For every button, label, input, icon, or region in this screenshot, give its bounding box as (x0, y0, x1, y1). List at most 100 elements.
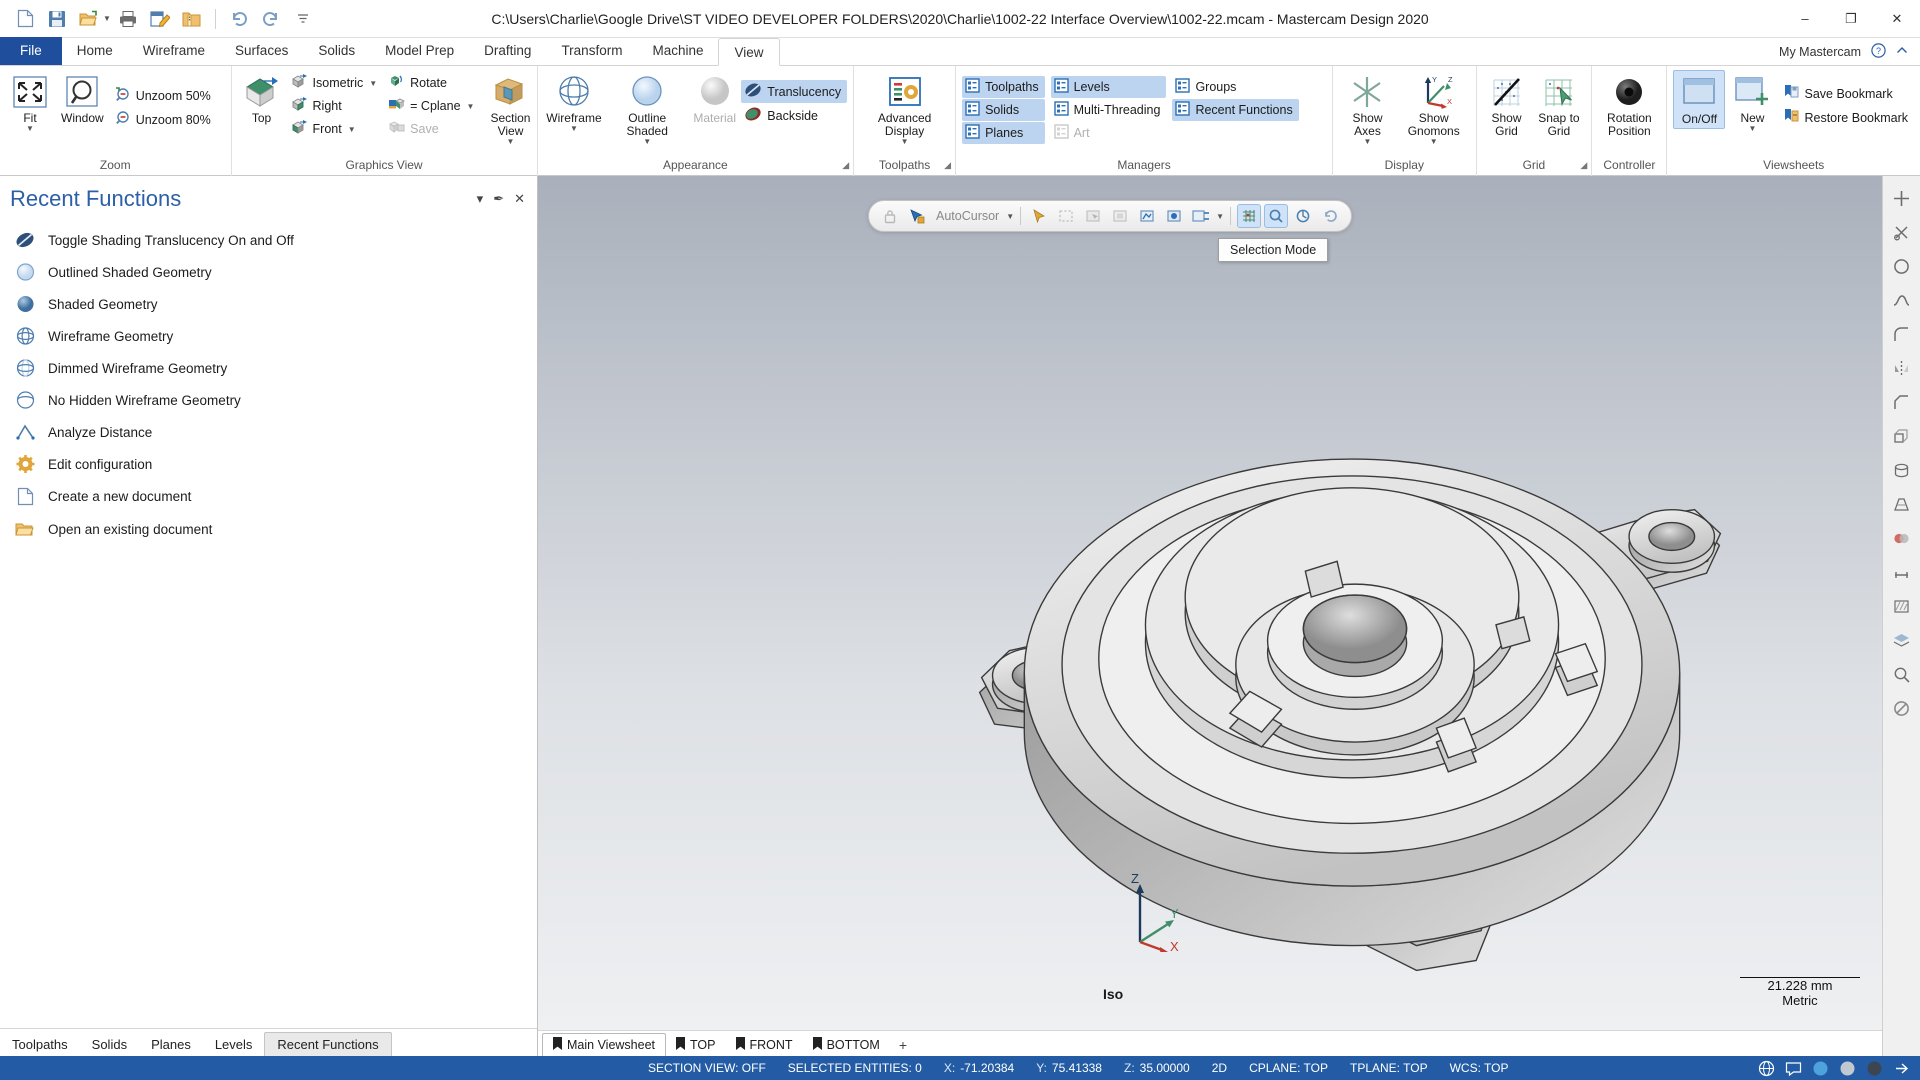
globe-status-icon[interactable] (1757, 1059, 1775, 1077)
customize-qat-icon[interactable] (288, 4, 318, 34)
manager-recent-functions-toggle[interactable]: Recent Functions (1172, 99, 1299, 121)
blue-circle-status-icon[interactable] (1811, 1059, 1829, 1077)
isometric-caret-icon[interactable]: ▼ (369, 79, 377, 88)
unzoom-80-button[interactable]: Unzoom 80% (111, 108, 217, 131)
panel-pin-button[interactable]: ✒ (493, 191, 504, 207)
fillet-icon[interactable] (1886, 318, 1918, 350)
expand-status-icon[interactable] (1892, 1059, 1910, 1077)
manager-levels-toggle[interactable]: Levels (1050, 76, 1167, 98)
help-icon[interactable]: ? (1871, 43, 1886, 61)
appearance-dialog-launcher-icon[interactable]: ◢ (842, 156, 849, 174)
polygon-select-button[interactable] (1135, 204, 1159, 228)
show-grid-button[interactable]: Show Grid (1483, 70, 1531, 140)
my-mastercam-link[interactable]: My Mastercam (1779, 45, 1861, 59)
panel-tab-levels[interactable]: Levels (203, 1033, 265, 1056)
manager-multithreading-toggle[interactable]: Multi-Threading (1051, 99, 1167, 121)
manager-art-toggle[interactable]: Art (1051, 122, 1167, 144)
chat-status-icon[interactable] (1784, 1059, 1802, 1077)
tab-surfaces[interactable]: Surfaces (220, 37, 303, 65)
close-button[interactable]: ✕ (1874, 0, 1920, 38)
vector-select-button[interactable] (1162, 204, 1186, 228)
collapse-ribbon-icon[interactable] (1896, 45, 1908, 60)
select-all-button[interactable] (1027, 204, 1051, 228)
panel-tab-solids[interactable]: Solids (80, 1033, 139, 1056)
panel-tab-planes[interactable]: Planes (139, 1033, 203, 1056)
boolean-icon[interactable] (1886, 522, 1918, 554)
autocursor-icon-button[interactable] (905, 204, 929, 228)
panel-tab-recent-functions[interactable]: Recent Functions (264, 1032, 392, 1056)
manager-planes-toggle[interactable]: Planes (962, 122, 1045, 144)
recent-item-outlined-shaded-geometry[interactable]: Outlined Shaded Geometry (0, 256, 537, 288)
status-wcs[interactable]: WCS: TOP (1450, 1061, 1509, 1075)
new-document-icon[interactable] (10, 4, 40, 34)
revolve-icon[interactable] (1886, 454, 1918, 486)
advanced-display-button[interactable]: Advanced Display ▼ (861, 70, 949, 148)
circle-icon[interactable] (1886, 250, 1918, 282)
rotate-view-button[interactable]: Rotate (385, 72, 480, 94)
open-dropdown-caret[interactable]: ▼ (103, 14, 111, 23)
status-tplane[interactable]: TPLANE: TOP (1350, 1061, 1428, 1075)
lock-autocursor-button[interactable] (878, 204, 902, 228)
panel-close-button[interactable]: ✕ (514, 191, 525, 207)
translucency-toggle[interactable]: Translucency (741, 80, 848, 103)
save-icon[interactable] (42, 4, 72, 34)
analyze-icon[interactable] (1886, 658, 1918, 690)
viewsheet-onoff-button[interactable]: On/Off (1673, 70, 1726, 129)
manager-solids-toggle[interactable]: Solids (962, 99, 1045, 121)
front-view-button[interactable]: Front ▼ (288, 118, 384, 140)
layers-icon[interactable] (1886, 624, 1918, 656)
selection-mode-button[interactable] (1237, 204, 1262, 228)
graphics-canvas[interactable]: AutoCursor ▼ ▼ Selection Mode Z Y X Iso … (538, 176, 1882, 1030)
chevron-down-icon[interactable]: ▼ (1216, 212, 1224, 221)
window-zoom-button[interactable]: Window (56, 70, 109, 127)
edit-document-icon[interactable] (145, 4, 175, 34)
spline-icon[interactable] (1886, 284, 1918, 316)
manager-toolpaths-toggle[interactable]: Toolpaths (962, 76, 1045, 98)
status-section-view[interactable]: SECTION VIEW: OFF (648, 1061, 766, 1075)
chamfer-icon[interactable] (1886, 386, 1918, 418)
toolpaths-dialog-launcher-icon[interactable]: ◢ (944, 156, 951, 174)
redo-icon[interactable] (256, 4, 286, 34)
recent-item-edit-configuration[interactable]: Edit configuration (0, 448, 537, 480)
recent-item-toggle-shading-translucency[interactable]: Toggle Shading Translucency On and Off (0, 224, 537, 256)
undo-selection-button[interactable] (1318, 204, 1342, 228)
right-view-button[interactable]: Right (288, 95, 384, 117)
viewsheet-tab-front[interactable]: FRONT (726, 1034, 803, 1056)
chain-select-button[interactable] (1189, 204, 1213, 228)
cplane-caret-icon[interactable]: ▼ (467, 102, 475, 111)
add-viewsheet-button[interactable]: + (890, 1034, 916, 1056)
dark-circle-status-icon[interactable] (1865, 1059, 1883, 1077)
snap-to-grid-button[interactable]: Snap to Grid (1533, 70, 1586, 140)
mirror-icon[interactable] (1886, 352, 1918, 384)
viewsheet-new-button[interactable]: New ▼ (1727, 70, 1777, 135)
select-only-button[interactable] (1054, 204, 1078, 228)
recent-item-create-new-document[interactable]: Create a new document (0, 480, 537, 513)
hatch-icon[interactable] (1886, 590, 1918, 622)
fit-caret-icon[interactable]: ▼ (26, 125, 34, 133)
zip-folder-icon[interactable] (177, 4, 207, 34)
section-view-caret-icon[interactable]: ▼ (507, 138, 515, 146)
recent-item-no-hidden-wireframe-geometry[interactable]: No Hidden Wireframe Geometry (0, 384, 537, 416)
window-select-button[interactable] (1108, 204, 1132, 228)
cut-icon[interactable] (1886, 216, 1918, 248)
outline-shaded-button[interactable]: Outline Shaded ▼ (606, 70, 688, 148)
tab-drafting[interactable]: Drafting (469, 37, 546, 65)
open-folder-icon[interactable] (74, 4, 104, 34)
fit-button[interactable]: Fit ▼ (6, 70, 54, 135)
save-view-button[interactable]: Save (385, 118, 480, 140)
unzoom-50-button[interactable]: Unzoom 50% (111, 84, 217, 107)
maximize-button[interactable]: ❐ (1828, 0, 1874, 38)
minimize-button[interactable]: – (1782, 0, 1828, 38)
grid-dialog-launcher-icon[interactable]: ◢ (1580, 156, 1587, 174)
save-bookmark-button[interactable]: Save Bookmark (1779, 82, 1914, 105)
section-view-button[interactable]: Section View ▼ (486, 70, 534, 148)
status-cplane[interactable]: CPLANE: TOP (1249, 1061, 1328, 1075)
cursor-select-icon[interactable] (1081, 204, 1105, 228)
undo-icon[interactable] (224, 4, 254, 34)
recent-item-shaded-geometry[interactable]: Shaded Geometry (0, 288, 537, 320)
recent-item-open-existing-document[interactable]: Open an existing document (0, 513, 537, 545)
isometric-view-button[interactable]: Isometric ▼ (288, 72, 384, 94)
manager-groups-toggle[interactable]: Groups (1172, 76, 1298, 98)
viewsheet-tab-bottom[interactable]: BOTTOM (803, 1034, 890, 1056)
show-gnomons-button[interactable]: Y Z X Show Gnomons ▼ (1398, 70, 1470, 148)
